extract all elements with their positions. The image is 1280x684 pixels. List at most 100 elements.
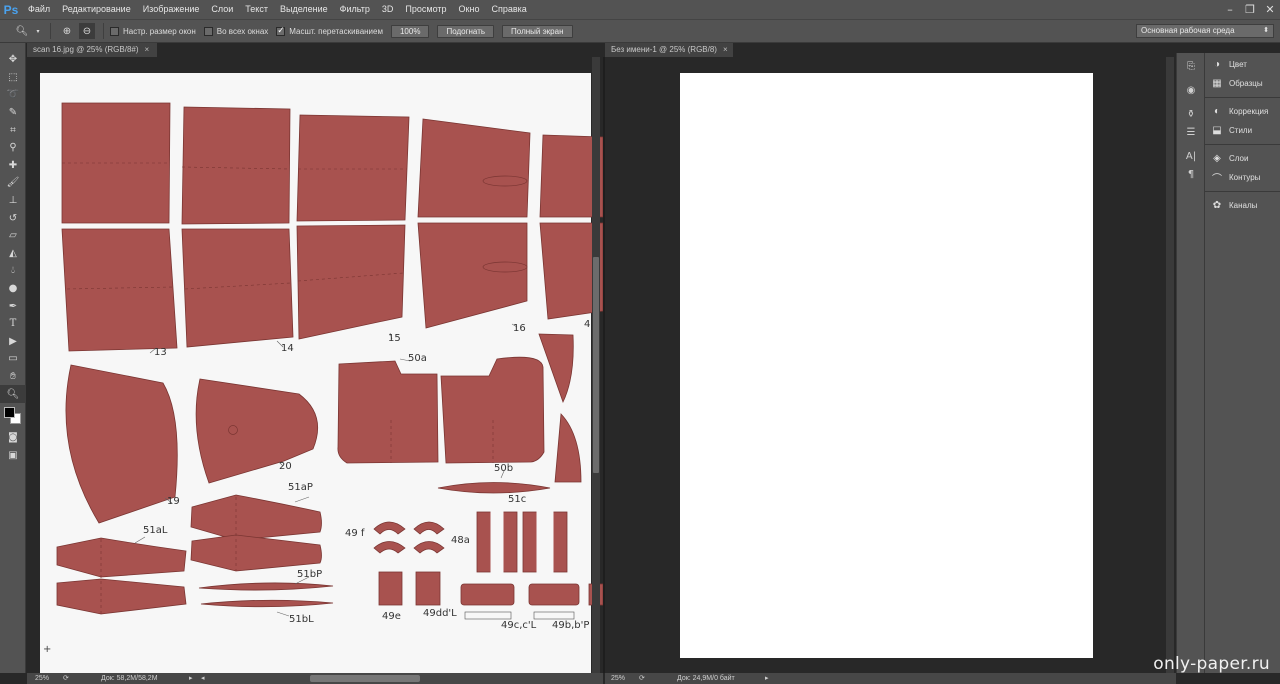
close-icon[interactable]: × <box>723 45 728 54</box>
panel-channels[interactable]: ✿ Каналы <box>1205 196 1280 215</box>
horizontal-scroll-thumb[interactable] <box>310 675 420 682</box>
menu-window[interactable]: Окно <box>453 0 486 19</box>
resize-windows-label: Настр. размер окон <box>123 26 196 36</box>
part-13-bottom <box>61 228 178 352</box>
zoom-100-button[interactable]: 100% <box>390 24 430 38</box>
panel-color[interactable]: ◑ Цвет <box>1205 55 1280 74</box>
history-icon[interactable]: ⎘ <box>1177 57 1205 75</box>
dodge-tool-icon[interactable]: ● <box>0 280 26 298</box>
zoom-tool-icon[interactable]: 🔍︎ <box>0 385 26 403</box>
path-selection-tool-icon[interactable]: ▶ <box>0 333 26 351</box>
part-label: 50a <box>408 353 427 364</box>
part-label: 19 <box>167 496 180 507</box>
restore-icon[interactable]: ❐ <box>1240 0 1260 19</box>
zoom-field-icon[interactable]: ⟳ <box>63 673 69 684</box>
part-14-top <box>181 106 291 225</box>
brush-tool-icon[interactable]: 🖌︎ <box>0 174 26 192</box>
foreground-color[interactable] <box>4 406 15 418</box>
fill-screen-button[interactable]: Полный экран <box>502 24 573 38</box>
panel-label: Контуры <box>1229 173 1261 182</box>
part-16-top <box>417 118 531 218</box>
panel-layers[interactable]: ◈ Слои <box>1205 149 1280 168</box>
status-menu-arrow-icon[interactable]: ▸ <box>189 673 193 684</box>
quick-mask-icon[interactable]: ◙ <box>0 429 26 447</box>
history-brush-tool-icon[interactable]: ↺ <box>0 209 26 227</box>
document-canvas-untitled[interactable] <box>603 57 1176 673</box>
marquee-tool-icon[interactable]: ⬚ <box>0 69 26 87</box>
blank-canvas <box>680 73 1093 658</box>
vertical-scrollbar[interactable] <box>1166 57 1174 673</box>
workspace-select[interactable]: Основная рабочая среда ⬍ <box>1136 24 1274 38</box>
part-label: 51c <box>508 494 527 505</box>
menu-type[interactable]: Текст <box>239 0 274 19</box>
checkbox-box[interactable] <box>203 26 213 36</box>
zoom-in-icon[interactable]: ⊕ <box>59 23 75 39</box>
type-tool-icon[interactable]: T <box>0 315 26 333</box>
panel-styles[interactable]: ⬓ Стили <box>1205 121 1280 140</box>
quick-select-tool-icon[interactable]: ✎ <box>0 104 26 122</box>
resize-windows-checkbox[interactable]: Настр. размер окон <box>110 26 196 36</box>
zoom-field-icon[interactable]: ⟳ <box>639 673 645 684</box>
options-bar: 🔍︎ ▾ ⊕ ⊖ Настр. размер окон Во всех окна… <box>0 19 1280 43</box>
part-label: 51bP <box>297 569 323 580</box>
pen-tool-icon[interactable]: ✒ <box>0 297 26 315</box>
crop-tool-icon[interactable]: ⌗ <box>0 121 26 139</box>
hand-tool-icon[interactable]: ✋︎ <box>0 368 26 386</box>
all-windows-checkbox[interactable]: Во всех окнах <box>203 26 268 36</box>
lasso-tool-icon[interactable]: ➰ <box>0 86 26 104</box>
eyedropper-tool-icon[interactable]: ⚲ <box>0 139 26 157</box>
character-icon[interactable]: A| <box>1177 147 1205 165</box>
brush-presets-icon[interactable]: ⚱ <box>1177 105 1205 123</box>
close-icon[interactable]: × <box>145 45 150 54</box>
fit-screen-button[interactable]: Подогнать <box>437 24 495 38</box>
document-canvas-scan[interactable]: 13 14 15 16 4 50a 20 19 50b 51aP 51aL 51… <box>27 57 603 673</box>
document-tab-untitled[interactable]: Без имени-1 @ 25% (RGB/8) × <box>605 43 733 57</box>
paint-bucket-tool-icon[interactable]: ◭ <box>0 245 26 263</box>
menu-layers[interactable]: Слои <box>205 0 239 19</box>
properties-icon[interactable]: ◉ <box>1177 81 1205 99</box>
menu-select[interactable]: Выделение <box>274 0 334 19</box>
photoshop-logo: Ps <box>3 2 19 17</box>
paragraph-icon[interactable]: ¶ <box>1177 165 1205 183</box>
menu-help[interactable]: Справка <box>485 0 532 19</box>
zoom-level[interactable]: 25% <box>611 673 625 684</box>
clone-stamp-tool-icon[interactable]: ⊥ <box>0 192 26 210</box>
menu-edit[interactable]: Редактирование <box>56 0 137 19</box>
screen-mode-icon[interactable]: ▣ <box>0 446 26 464</box>
color-swatches[interactable] <box>0 403 26 429</box>
panel-paths[interactable]: ⌒ Контуры <box>1205 168 1280 187</box>
status-menu-arrow-icon[interactable]: ▸ <box>765 673 769 684</box>
scroll-left-icon[interactable]: ◂ <box>201 673 205 684</box>
document-tab-scan[interactable]: scan 16.jpg @ 25% (RGB/8#) × <box>27 43 157 57</box>
part-label: 49e <box>382 611 401 622</box>
part-15-top <box>296 114 410 222</box>
panel-adjustments[interactable]: ◐ Коррекция <box>1205 102 1280 121</box>
zoom-level[interactable]: 25% <box>35 673 49 684</box>
menu-view[interactable]: Просмотр <box>399 0 452 19</box>
menu-file[interactable]: Файл <box>22 0 56 19</box>
adjustments-icon[interactable]: ☰ <box>1177 123 1205 141</box>
rectangle-tool-icon[interactable]: ▭ <box>0 350 26 368</box>
scan-image <box>40 73 603 673</box>
menu-image[interactable]: Изображение <box>137 0 206 19</box>
healing-brush-tool-icon[interactable]: ✚ <box>0 157 26 175</box>
blur-tool-icon[interactable]: 💧︎ <box>0 262 26 280</box>
zoom-out-icon[interactable]: ⊖ <box>79 23 95 39</box>
checkbox-box[interactable] <box>276 25 286 36</box>
panel-divider <box>1205 97 1280 98</box>
part-51c-d <box>552 511 568 573</box>
scrubby-zoom-checkbox[interactable]: Масшт. перетаскиванием <box>276 25 383 36</box>
menu-3d[interactable]: 3D <box>376 0 400 19</box>
zoom-tool-icon[interactable]: 🔍︎ <box>14 23 30 39</box>
tool-preset-dropdown-icon[interactable]: ▾ <box>34 23 42 39</box>
close-icon[interactable]: ✕ <box>1260 0 1280 19</box>
move-tool-icon[interactable]: ✥ <box>0 51 26 69</box>
vertical-scrollbar[interactable] <box>592 57 600 673</box>
checkbox-box[interactable] <box>110 26 119 36</box>
part-label: 4 <box>584 319 591 330</box>
menu-filter[interactable]: Фильтр <box>334 0 376 19</box>
panel-swatches[interactable]: ▦ Образцы <box>1205 74 1280 93</box>
eraser-tool-icon[interactable]: ▱ <box>0 227 26 245</box>
scrollbar-thumb[interactable] <box>593 257 599 473</box>
minimize-icon[interactable]: – <box>1220 0 1240 19</box>
